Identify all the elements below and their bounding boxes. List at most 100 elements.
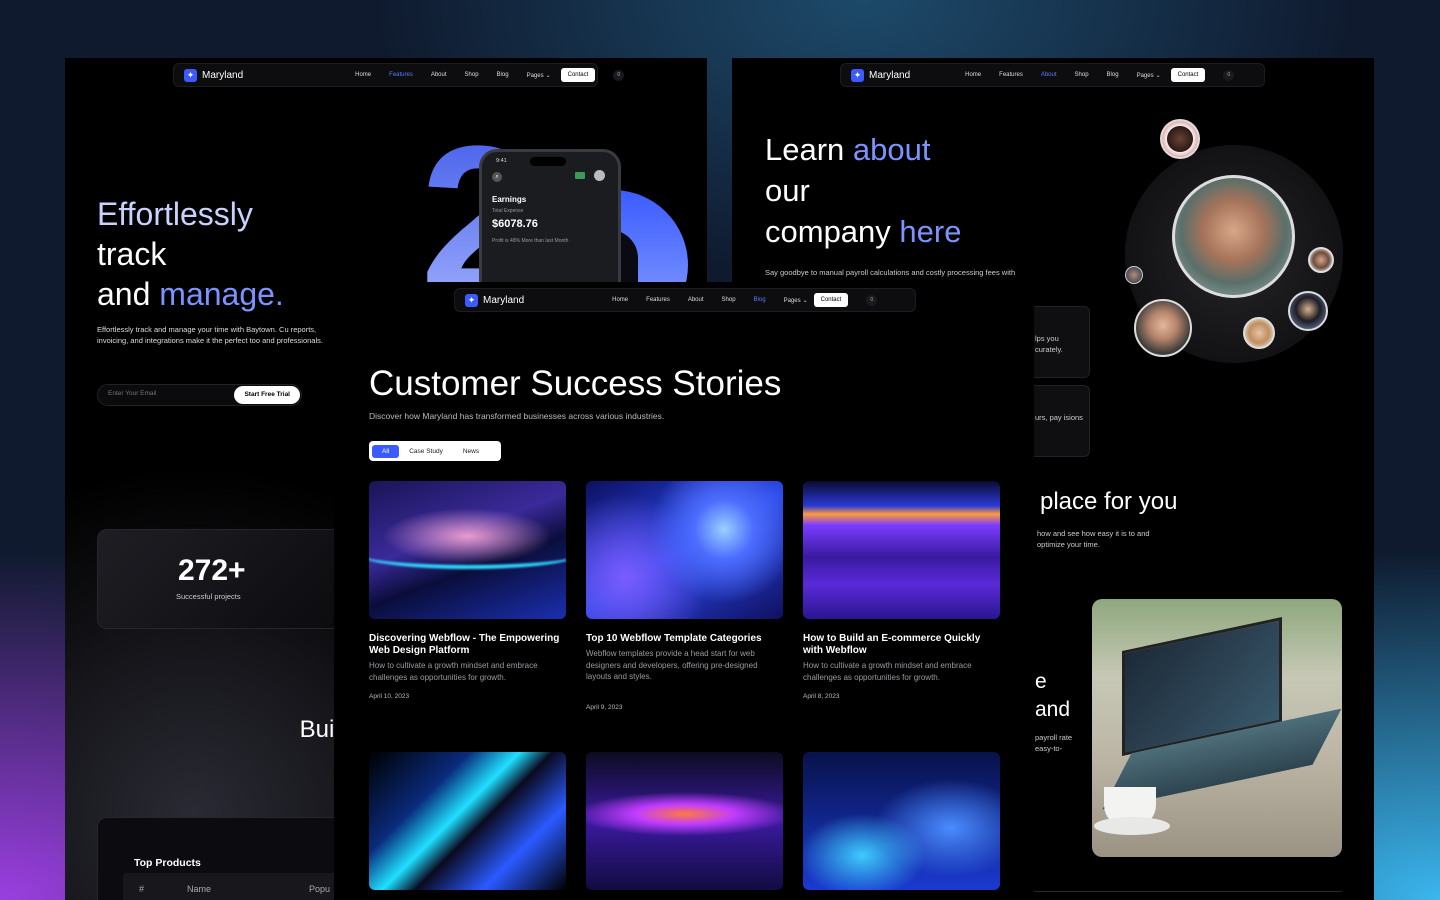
card-image[interactable]: [369, 752, 566, 890]
top-products-title: Top Products: [134, 857, 201, 869]
chevron-down-icon: ⌄: [545, 72, 551, 79]
brand-name: Maryland: [202, 69, 244, 81]
fragment-description: payroll rate easy-to-: [1035, 733, 1073, 753]
about-heading: Learn about our company here: [765, 129, 961, 252]
avatar-small-5: [1243, 317, 1275, 349]
left-nav-links: Home Features About Shop Blog Pages ⌄ Con…: [355, 68, 625, 82]
nav-blog[interactable]: Blog: [754, 297, 766, 303]
earnings-label: Earnings: [492, 195, 527, 204]
blog-panel: ✦ Maryland Home Features About Shop Blog…: [334, 282, 1034, 900]
nav-about[interactable]: About: [431, 72, 447, 78]
nav-about[interactable]: About: [1041, 72, 1057, 78]
tab-news[interactable]: News: [453, 445, 489, 458]
tab-all[interactable]: All: [372, 444, 400, 458]
cart-icon[interactable]: 0: [1223, 69, 1235, 81]
nav-pages[interactable]: Pages ⌄: [527, 72, 551, 79]
earnings-amount: $6078.76: [492, 218, 538, 230]
hero-line-1: Effortlessly: [97, 196, 253, 232]
card-date: April 8, 2023: [803, 693, 840, 700]
avatar-small-4: [1308, 247, 1334, 273]
brand-logo[interactable]: ✦ Maryland: [851, 68, 910, 82]
nav-pages[interactable]: Pages ⌄: [784, 297, 808, 304]
hero-heading: Effortlessly track and manage.: [97, 194, 284, 314]
logo-star-icon: ✦: [851, 68, 864, 82]
expense-label: Total Expense: [492, 208, 524, 214]
card-description: Webflow templates provide a head start f…: [586, 649, 758, 681]
search-icon[interactable]: ⌕: [492, 172, 502, 182]
feature-card-2-text: urs, pay isions: [1035, 413, 1083, 422]
blog-card[interactable]: Top 10 Webflow Template Categories Webfl…: [586, 481, 783, 711]
left-navbar: ✦ Maryland Home Features About Shop Blog…: [173, 63, 625, 87]
hero-line-2: track: [97, 236, 167, 272]
col-number: #: [139, 884, 145, 894]
avatar[interactable]: [594, 170, 605, 181]
start-trial-button[interactable]: Start Free Trial: [234, 386, 300, 404]
nav-features[interactable]: Features: [389, 72, 413, 78]
tab-case-study[interactable]: Case Study: [399, 445, 453, 458]
nav-about[interactable]: About: [688, 297, 704, 303]
saucer: [1094, 817, 1170, 835]
chevron-down-icon: ⌄: [1155, 72, 1161, 79]
card-description: How to cultivate a growth mindset and em…: [369, 661, 538, 682]
nav-features[interactable]: Features: [646, 297, 670, 303]
card-image[interactable]: [586, 752, 783, 890]
card-description: How to cultivate a growth mindset and em…: [803, 661, 972, 682]
logo-star-icon: ✦: [184, 68, 197, 82]
nav-blog[interactable]: Blog: [1107, 72, 1119, 78]
contact-button[interactable]: Contact: [560, 68, 596, 82]
brand-name: Maryland: [483, 294, 525, 306]
nav-shop[interactable]: Shop: [1075, 72, 1089, 78]
cart-icon[interactable]: 0: [613, 69, 625, 81]
card-image: [803, 481, 1000, 619]
nav-features[interactable]: Features: [999, 72, 1023, 78]
fragment-line-2: and: [1035, 698, 1071, 721]
feature-card-1-text: lps you curately.: [1035, 334, 1063, 354]
nav-home[interactable]: Home: [965, 72, 981, 78]
profit-note: Profit is 48% More than last Month: [492, 238, 569, 244]
card-title[interactable]: Discovering Webflow - The Empowering Web…: [369, 633, 566, 657]
brand-logo[interactable]: ✦ Maryland: [184, 68, 244, 82]
about-line-3: company here: [765, 214, 962, 249]
filter-tabs: All Case Study News: [369, 441, 501, 461]
nav-home[interactable]: Home: [612, 297, 628, 303]
card-image[interactable]: [803, 752, 1000, 890]
nav-shop[interactable]: Shop: [465, 72, 479, 78]
card-image: [369, 481, 566, 619]
stats-card: 272+ Successful projects: [97, 529, 357, 629]
nav-pages[interactable]: Pages ⌄: [1137, 72, 1161, 79]
about-description: Say goodbye to manual payroll calculatio…: [765, 268, 1016, 277]
email-signup: Start Free Trial: [97, 384, 302, 406]
logo-star-icon: ✦: [465, 293, 478, 307]
phone-notch: [530, 157, 566, 166]
hero-description: Effortlessly track and manage your time …: [97, 325, 323, 345]
bottom-divider: [1034, 891, 1342, 892]
about-line-1: Learn about: [765, 132, 931, 167]
cart-icon[interactable]: 0: [866, 294, 878, 306]
avatar-small-6: [1125, 266, 1143, 284]
wave-accent: [369, 539, 566, 569]
card-title[interactable]: How to Build an E-commerce Quickly with …: [803, 633, 1000, 657]
center-nav-links: Home Features About Shop Blog Pages ⌄ Con…: [612, 293, 878, 307]
wallet-icon: [575, 172, 585, 179]
stat-value: 272+: [178, 554, 246, 587]
brand-logo[interactable]: ✦ Maryland: [465, 293, 525, 307]
nav-home[interactable]: Home: [355, 72, 371, 78]
place-description: how and see how easy it is to and optimi…: [1037, 529, 1150, 549]
nav-blog[interactable]: Blog: [497, 72, 509, 78]
email-field[interactable]: [108, 390, 218, 397]
right-navbar: ✦ Maryland Home Features About Shop Blog…: [840, 63, 1265, 87]
col-name: Name: [187, 884, 212, 894]
place-heading: place for you: [1040, 488, 1178, 515]
chevron-down-icon: ⌄: [802, 297, 808, 304]
fragment-heading: e and: [1035, 668, 1070, 724]
card-image: [586, 481, 783, 619]
contact-button[interactable]: Contact: [1170, 68, 1206, 82]
center-navbar: ✦ Maryland Home Features About Shop Blog…: [454, 288, 916, 312]
avatar-small-1: [1160, 119, 1200, 159]
blog-card[interactable]: How to Build an E-commerce Quickly with …: [803, 481, 1000, 700]
card-title[interactable]: Top 10 Webflow Template Categories: [586, 633, 783, 645]
contact-button[interactable]: Contact: [813, 293, 849, 307]
blog-card[interactable]: Discovering Webflow - The Empowering Web…: [369, 481, 566, 700]
nav-shop[interactable]: Shop: [722, 297, 736, 303]
about-line-2: our: [765, 173, 810, 208]
